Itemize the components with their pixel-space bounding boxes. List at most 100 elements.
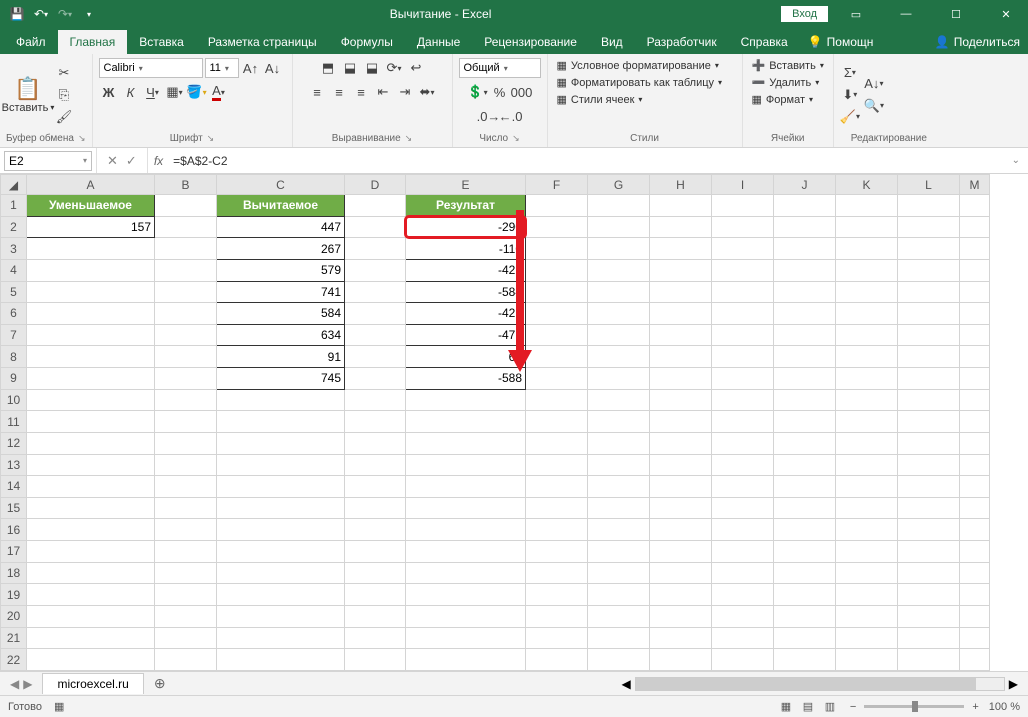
- cell[interactable]: [650, 497, 712, 519]
- col-header[interactable]: G: [588, 175, 650, 195]
- cell[interactable]: [960, 389, 990, 411]
- borders-icon[interactable]: ▦▾: [165, 82, 185, 102]
- cell[interactable]: [345, 584, 406, 606]
- cell[interactable]: [588, 584, 650, 606]
- cell[interactable]: [898, 238, 960, 260]
- cell[interactable]: [712, 627, 774, 649]
- cell[interactable]: [588, 454, 650, 476]
- cell[interactable]: [27, 649, 155, 671]
- cell[interactable]: [526, 216, 588, 238]
- cell[interactable]: [960, 368, 990, 390]
- cell[interactable]: [898, 303, 960, 325]
- cell[interactable]: [155, 238, 217, 260]
- col-header[interactable]: K: [836, 175, 898, 195]
- cell[interactable]: [27, 627, 155, 649]
- cell[interactable]: [898, 605, 960, 627]
- cell[interactable]: [27, 324, 155, 346]
- sheet-tab[interactable]: microexcel.ru: [42, 673, 143, 694]
- cell[interactable]: 579: [217, 259, 345, 281]
- tab-help[interactable]: Справка: [729, 30, 800, 54]
- zoom-in-button[interactable]: +: [972, 701, 978, 713]
- cell[interactable]: Вычитаемое: [217, 195, 345, 217]
- format-cells-button[interactable]: ▦Формат▾: [749, 92, 817, 107]
- cell[interactable]: [27, 411, 155, 433]
- cell[interactable]: [836, 605, 898, 627]
- cell[interactable]: [712, 432, 774, 454]
- cell[interactable]: -477: [406, 324, 526, 346]
- cell[interactable]: [345, 432, 406, 454]
- cell[interactable]: [774, 519, 836, 541]
- row-header[interactable]: 11: [1, 411, 27, 433]
- cell[interactable]: [774, 259, 836, 281]
- fx-icon[interactable]: fx: [148, 154, 169, 168]
- align-right-icon[interactable]: ≡: [351, 82, 371, 102]
- cell[interactable]: 447: [217, 216, 345, 238]
- cell[interactable]: [712, 368, 774, 390]
- cell[interactable]: [836, 324, 898, 346]
- cell[interactable]: [712, 476, 774, 498]
- tab-file[interactable]: Файл: [4, 30, 58, 54]
- cell[interactable]: -427: [406, 303, 526, 325]
- cell[interactable]: Результат: [406, 195, 526, 217]
- cell[interactable]: [960, 584, 990, 606]
- merge-icon[interactable]: ⬌▾: [417, 82, 437, 102]
- cell[interactable]: [406, 432, 526, 454]
- cell[interactable]: [588, 649, 650, 671]
- tab-developer[interactable]: Разработчик: [635, 30, 729, 54]
- cell[interactable]: [526, 238, 588, 260]
- cell[interactable]: [898, 541, 960, 563]
- cell[interactable]: [960, 649, 990, 671]
- cell[interactable]: -584: [406, 281, 526, 303]
- cell[interactable]: [650, 389, 712, 411]
- qat-customize-icon[interactable]: ▾: [78, 3, 100, 25]
- cell[interactable]: [345, 476, 406, 498]
- align-top-icon[interactable]: ⬒: [318, 58, 338, 78]
- currency-icon[interactable]: 💲▾: [468, 82, 488, 102]
- percent-icon[interactable]: %: [490, 82, 510, 102]
- cell[interactable]: -110: [406, 238, 526, 260]
- cell[interactable]: [27, 368, 155, 390]
- cell[interactable]: [27, 584, 155, 606]
- cell[interactable]: [960, 432, 990, 454]
- cell[interactable]: [712, 238, 774, 260]
- cell[interactable]: [712, 584, 774, 606]
- cell[interactable]: [650, 368, 712, 390]
- cell[interactable]: [650, 432, 712, 454]
- cell[interactable]: [345, 259, 406, 281]
- new-sheet-button[interactable]: ⊕: [144, 675, 176, 692]
- cell[interactable]: [345, 562, 406, 584]
- cell[interactable]: [898, 259, 960, 281]
- cell[interactable]: [27, 303, 155, 325]
- tab-home[interactable]: Главная: [58, 30, 128, 54]
- cell[interactable]: [345, 389, 406, 411]
- cell[interactable]: [836, 259, 898, 281]
- row-header[interactable]: 8: [1, 346, 27, 368]
- cell[interactable]: [155, 605, 217, 627]
- tab-view[interactable]: Вид: [589, 30, 635, 54]
- cell[interactable]: [960, 605, 990, 627]
- col-header[interactable]: M: [960, 175, 990, 195]
- cell[interactable]: [712, 216, 774, 238]
- cell[interactable]: [217, 411, 345, 433]
- fill-color-icon[interactable]: 🪣▾: [187, 82, 207, 102]
- cell[interactable]: [345, 346, 406, 368]
- cell[interactable]: [217, 389, 345, 411]
- cell[interactable]: [217, 584, 345, 606]
- spreadsheet-grid[interactable]: ◢ A B C D E F G H I J K L M 1Уменьшаемое…: [0, 174, 1028, 671]
- cell[interactable]: [155, 627, 217, 649]
- cell[interactable]: [27, 389, 155, 411]
- cell[interactable]: [836, 584, 898, 606]
- cell[interactable]: 741: [217, 281, 345, 303]
- cell[interactable]: 91: [217, 346, 345, 368]
- align-center-icon[interactable]: ≡: [329, 82, 349, 102]
- cell[interactable]: [588, 324, 650, 346]
- cell[interactable]: [650, 519, 712, 541]
- cell[interactable]: [650, 238, 712, 260]
- zoom-slider[interactable]: [864, 705, 964, 708]
- autosum-icon[interactable]: Σ▾: [840, 63, 860, 83]
- cell[interactable]: [712, 519, 774, 541]
- cell[interactable]: [27, 454, 155, 476]
- cell[interactable]: [27, 238, 155, 260]
- font-name-combo[interactable]: Calibri▾: [99, 58, 203, 78]
- cell[interactable]: -588: [406, 368, 526, 390]
